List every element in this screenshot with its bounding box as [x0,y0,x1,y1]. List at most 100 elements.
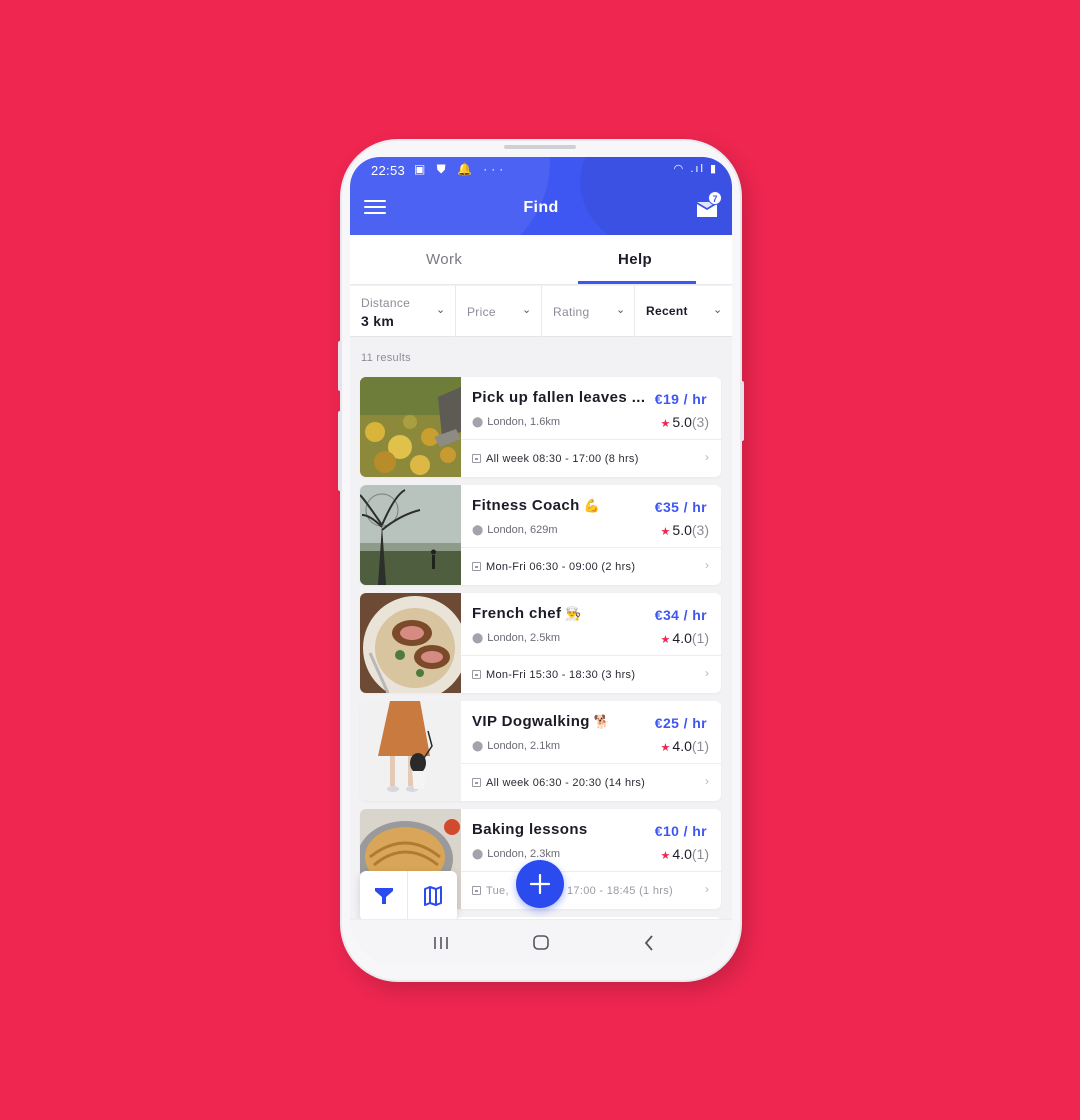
rating-value: 5.0 [672,414,692,430]
chevron-down-icon: ⌄ [522,304,532,316]
status-signal-icons: ◠ .ıl ▮ [673,163,718,175]
job-location-text: London, 2.3km [487,848,560,860]
rating-value: 4.0 [672,630,692,646]
map-button[interactable] [409,871,457,921]
status-bar: 22:53 ▣ ⛊ 🔔 ··· ◠ .ıl ▮ [350,157,732,183]
job-rating: ★ 5.0(3) [661,522,709,538]
job-emoji: 🐕 [593,714,611,729]
phone-screen: 22:53 ▣ ⛊ 🔔 ··· ◠ .ıl ▮ Find 7 Work Help [350,157,732,965]
calendar-icon [472,670,481,679]
job-card[interactable]: Pick up fallen leaves ... €19 / hr ⬤ Lond… [360,377,721,477]
job-emoji: 💪 [583,498,601,513]
quick-actions [360,871,457,921]
star-icon: ★ [660,526,671,538]
job-price: €19 / hr [654,391,707,407]
calendar-icon [472,454,481,463]
sort-filter[interactable]: Recent ⌄ [635,286,732,337]
volume-up-button [338,341,342,391]
rating-filter-label: Rating [553,305,590,319]
job-card[interactable]: VIP Dogwalking 🐕 €25 / hr ⬤ London, 2.1km … [360,701,721,801]
job-location: ⬤ London, 629m [472,524,558,536]
job-title-text: VIP Dogwalking [472,713,590,730]
job-schedule: Mon-Fri 15:30 - 18:30 (3 hrs) [472,669,635,681]
chevron-down-icon: ⌄ [713,304,723,316]
job-rating: ★ 5.0(3) [661,414,709,430]
rating-count: (1) [691,630,709,646]
star-icon: ★ [660,634,671,646]
job-location-text: London, 2.5km [487,632,560,644]
job-price: €25 / hr [654,715,707,731]
pin-icon: ⬤ [472,525,484,536]
tab-bar: Work Help [350,235,732,285]
job-location: ⬤ London, 2.1km [472,740,560,752]
job-schedule-text: All week 08:30 - 17:00 (8 hrs) [486,453,639,465]
chevron-down-icon: ⌄ [436,304,446,316]
inbox-button[interactable]: 7 [696,191,722,219]
phone-frame: 22:53 ▣ ⛊ 🔔 ··· ◠ .ıl ▮ Find 7 Work Help [338,141,744,980]
job-schedule: Mon-Fri 06:30 - 09:00 (2 hrs) [472,561,635,573]
job-info: Pick up fallen leaves ... €19 / hr ⬤ Lond… [461,377,721,477]
job-location-text: London, 629m [487,524,558,536]
tab-help[interactable]: Help [618,251,652,268]
distance-filter[interactable]: Distance 3 km ⌄ [350,286,456,337]
job-title: VIP Dogwalking 🐕 [472,713,610,730]
distance-filter-value: 3 km [361,313,395,329]
calendar-icon [472,778,481,787]
job-location-text: London, 2.1km [487,740,560,752]
job-info: French chef 👨‍🍳 €34 / hr ⬤ London, 2.5km ★… [461,593,721,693]
pin-icon: ⬤ [472,417,484,428]
job-title-text: Fitness Coach [472,497,580,514]
rating-value: 4.0 [672,846,692,862]
job-price: €34 / hr [654,607,707,623]
nav-recents-button[interactable] [426,932,456,954]
job-price: €10 / hr [654,823,707,839]
job-thumbnail-dogwalking [360,701,461,801]
job-thumbnail-leaves [360,377,461,477]
job-location: ⬤ London, 2.5km [472,632,560,644]
nav-recents-icon [434,937,448,949]
price-filter[interactable]: Price ⌄ [456,286,542,337]
job-rating: ★ 4.0(1) [661,630,709,646]
tab-work[interactable]: Work [426,251,462,268]
app-bar: Find 7 [350,187,732,235]
volume-down-button [338,411,342,491]
chevron-right-icon: › [705,558,709,572]
rating-count: (3) [691,414,709,430]
job-title: Fitness Coach 💪 [472,497,600,514]
nav-back-button[interactable] [634,932,664,954]
pin-icon: ⬤ [472,741,484,752]
job-price: €35 / hr [654,499,707,515]
job-schedule: Tue, [472,885,509,897]
job-card[interactable]: Fitness Coach 💪 €35 / hr ⬤ London, 629m ★ 5… [360,485,721,585]
rating-count: (1) [691,846,709,862]
pin-icon: ⬤ [472,633,484,644]
chevron-right-icon: › [705,882,709,896]
job-schedule-time: 17:00 - 18:45 (1 hrs) [567,885,673,897]
job-emoji: 👨‍🍳 [565,606,583,621]
job-card[interactable]: French chef 👨‍🍳 €34 / hr ⬤ London, 2.5km ★… [360,593,721,693]
active-tab-indicator [578,281,696,284]
nav-home-button[interactable] [526,932,556,954]
add-job-button[interactable] [516,860,564,908]
rating-value: 4.0 [672,738,692,754]
inbox-count-badge: 7 [708,191,722,205]
status-time: 22:53 [371,163,406,178]
calendar-icon [472,886,481,895]
job-title: Baking lessons [472,821,588,838]
job-title: French chef 👨‍🍳 [472,605,582,622]
rating-filter[interactable]: Rating ⌄ [542,286,635,337]
plus-icon [530,874,550,894]
rating-count: (3) [691,522,709,538]
job-location: ⬤ London, 2.3km [472,848,560,860]
pin-icon: ⬤ [472,849,484,860]
status-notification-icons: ▣ ⛊ 🔔 ··· [414,162,508,176]
app-header: 22:53 ▣ ⛊ 🔔 ··· ◠ .ıl ▮ Find 7 [350,157,732,235]
job-info: Fitness Coach 💪 €35 / hr ⬤ London, 629m ★ 5… [461,485,721,585]
job-title-text: French chef [472,605,562,622]
job-schedule-day: Tue, [486,885,509,897]
job-schedule: All week 06:30 - 20:30 (14 hrs) [472,777,645,789]
job-schedule-text: Mon-Fri 06:30 - 09:00 (2 hrs) [486,561,636,573]
filter-bar: Distance 3 km ⌄ Price ⌄ Rating ⌄ Recent … [350,286,732,337]
filter-button[interactable] [360,871,408,921]
star-icon: ★ [660,418,671,430]
